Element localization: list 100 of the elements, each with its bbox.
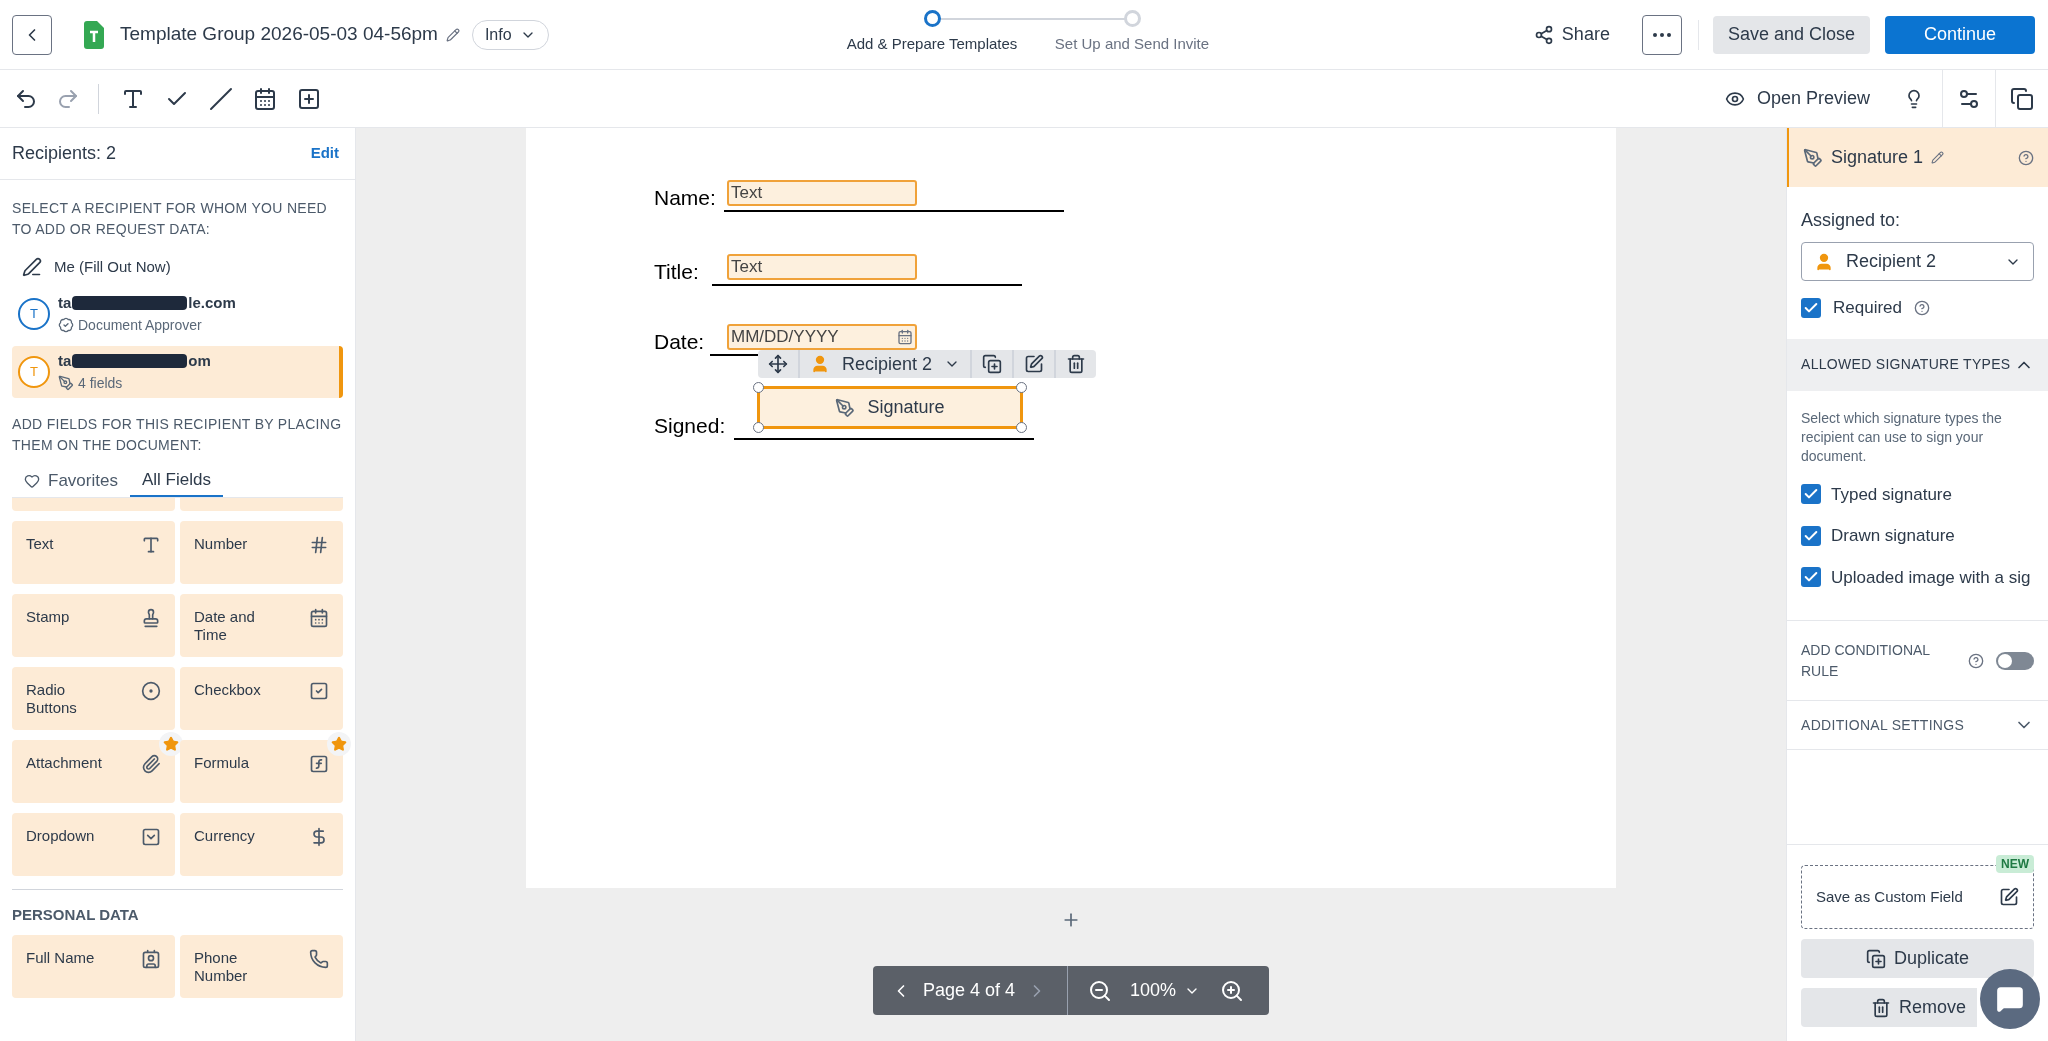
- field-label: Stamp: [26, 608, 70, 627]
- function-icon: [309, 754, 329, 774]
- zoom-dropdown[interactable]: 100%: [1130, 977, 1201, 1004]
- continue-button[interactable]: Continue: [1885, 15, 2035, 54]
- checkbox[interactable]: [1801, 567, 1821, 588]
- field-tile[interactable]: Text: [12, 521, 175, 584]
- resize-handle[interactable]: [1016, 422, 1027, 433]
- field-tile[interactable]: Phone Number: [180, 934, 343, 998]
- line-tool-icon[interactable]: [209, 86, 233, 111]
- field-label: Text: [26, 535, 54, 554]
- zoom-out-icon[interactable]: [1088, 978, 1113, 1003]
- checkbox[interactable]: [1801, 484, 1821, 505]
- text-field[interactable]: Text: [727, 180, 917, 206]
- email-text: le.com: [188, 292, 236, 313]
- person-icon: [810, 354, 830, 374]
- resize-handle[interactable]: [1016, 382, 1027, 393]
- checkbox[interactable]: [1801, 297, 1821, 318]
- zoom-in-icon[interactable]: [1220, 978, 1245, 1003]
- help-icon[interactable]: [2018, 149, 2034, 166]
- step-label[interactable]: Add & Prepare Templates: [846, 33, 1018, 56]
- edit-field-icon[interactable]: [1024, 354, 1045, 374]
- resize-handle[interactable]: [753, 422, 764, 433]
- save-and-close-button[interactable]: Save and Close: [1712, 15, 1870, 54]
- assigned-label: Assigned to:: [1801, 210, 1901, 230]
- section-header[interactable]: ADDITIONAL SETTINGS: [1787, 700, 2048, 750]
- recipient-detail: Document Approver: [78, 315, 202, 335]
- edit-field-icon: [1999, 887, 2019, 907]
- field-label: Formula: [194, 754, 249, 773]
- back-button[interactable]: [12, 14, 52, 55]
- phone-icon: [309, 948, 329, 969]
- paperclip-icon: [141, 754, 161, 774]
- move-icon[interactable]: [768, 354, 788, 374]
- chat-button[interactable]: [1980, 969, 2040, 1029]
- dropdown-icon: [141, 827, 161, 847]
- email-text: ta: [58, 292, 72, 313]
- trash-icon[interactable]: [1066, 354, 1087, 374]
- calendar-tool-icon[interactable]: [253, 86, 277, 111]
- help-icon[interactable]: [1914, 299, 1930, 316]
- field-tile[interactable]: Number: [180, 521, 343, 584]
- field-tile[interactable]: Radio Buttons: [12, 667, 175, 730]
- text-field[interactable]: MM/DD/YYYY: [727, 324, 917, 350]
- field-tile[interactable]: Stamp: [12, 594, 175, 657]
- duplicate-button[interactable]: Duplicate: [1801, 939, 2034, 978]
- checkbox[interactable]: [1801, 525, 1821, 546]
- field-tile[interactable]: Attachment: [12, 740, 175, 803]
- more-icon: [1652, 32, 1671, 37]
- field-tile[interactable]: Date and Time: [180, 594, 343, 657]
- field-label: Number: [194, 535, 248, 554]
- open-preview-button[interactable]: Open Preview: [1724, 85, 1870, 112]
- form-label: Date:: [654, 329, 705, 355]
- pages-icon[interactable]: [2010, 86, 2034, 111]
- recipient-item[interactable]: T ta om 4 fields: [12, 346, 343, 398]
- field-tile[interactable]: Checkbox: [180, 667, 343, 730]
- checkbox-label: Required: [1833, 297, 1902, 319]
- field-tile[interactable]: Full Name: [12, 934, 175, 998]
- new-badge: NEW: [1996, 855, 2034, 873]
- assignee-dropdown[interactable]: Recipient 2: [1801, 242, 2034, 281]
- field-label: Checkbox: [194, 681, 261, 700]
- field-tile[interactable]: [12, 498, 175, 511]
- duplicate-icon[interactable]: [982, 354, 1003, 374]
- help-icon[interactable]: [1968, 652, 1984, 669]
- field-tile[interactable]: [180, 498, 343, 511]
- field-label: Full Name: [26, 948, 95, 968]
- recipient-item[interactable]: T ta le.com Document Approver: [12, 288, 343, 340]
- recipient-dropdown[interactable]: Recipient 2: [800, 350, 973, 378]
- toggle-switch[interactable]: [1996, 651, 2034, 670]
- field-label: Dropdown: [26, 827, 95, 846]
- section-description: Select which signature types the recipient can use to sign your document.: [1801, 408, 2003, 466]
- field-label: Radio Buttons: [26, 681, 78, 718]
- verified-icon: [58, 317, 74, 333]
- edit-link[interactable]: Edit: [310, 142, 339, 165]
- duplicate-icon: [1865, 948, 1886, 969]
- resize-handle[interactable]: [753, 382, 764, 393]
- email-text: ta: [58, 350, 72, 371]
- field-tile[interactable]: Dropdown: [12, 813, 175, 876]
- template-title: Template Group 2026-05-03 04-56pm: [120, 22, 438, 47]
- field-name: Signature 1: [1831, 146, 1924, 169]
- section-heading: PERSONAL DATA: [12, 905, 140, 925]
- section-heading: SELECT A RECIPIENT FOR WHOM YOU NEED TO ADD OR REQUEST DATA:: [12, 199, 328, 239]
- radio-icon: [141, 681, 161, 701]
- checkbox-label: Typed signature: [1831, 483, 1952, 506]
- recipient-avatar: T: [18, 356, 50, 388]
- remove-button[interactable]: Remove: [1801, 988, 1977, 1027]
- field-label: Currency: [194, 827, 255, 846]
- me-option[interactable]: Me (Fill Out Now): [12, 252, 343, 282]
- pencil-icon[interactable]: [1931, 151, 1945, 164]
- checkbox-icon: [309, 681, 329, 701]
- pencil-icon[interactable]: [445, 27, 460, 42]
- step-label[interactable]: Set Up and Send Invite: [1054, 33, 1210, 56]
- chat-icon: [1996, 985, 2024, 1013]
- add-field-icon[interactable]: [297, 86, 321, 111]
- fields-tab[interactable]: Favorites: [12, 464, 130, 497]
- field-tile[interactable]: Currency: [180, 813, 343, 876]
- field-label: Date and Time: [194, 608, 256, 645]
- heart-icon: [24, 472, 40, 489]
- share-button[interactable]: Share: [1525, 21, 1618, 48]
- section-header[interactable]: ALLOWED SIGNATURE TYPES: [1787, 338, 2048, 391]
- more-button[interactable]: [1641, 14, 1682, 55]
- text-field[interactable]: Text: [727, 254, 917, 280]
- field-tile[interactable]: Formula: [180, 740, 343, 803]
